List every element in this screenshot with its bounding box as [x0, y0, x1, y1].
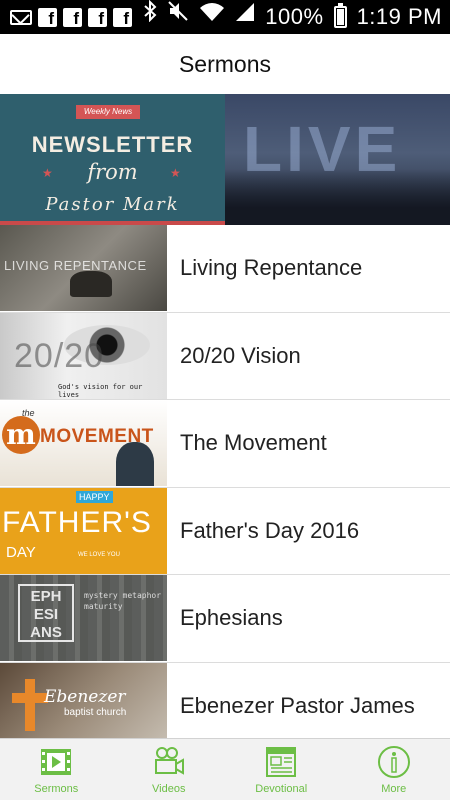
- thumbnail-love: WE LOVE YOU: [78, 551, 120, 558]
- sermon-title: 20/20 Vision: [180, 342, 301, 368]
- document-icon: [266, 747, 297, 777]
- thumbnail-letter: m: [2, 416, 40, 455]
- tab-label: Sermons: [34, 783, 79, 795]
- facebook-icon: f: [113, 7, 132, 28]
- bottom-tab-bar: Sermons Videos Devotional More: [0, 738, 450, 800]
- thumbnail-subcaption: God's vision for our lives: [58, 382, 143, 399]
- app-header: Sermons: [0, 34, 450, 94]
- thumbnail-caption: Ebenezer: [44, 686, 126, 707]
- tab-sermons[interactable]: Sermons: [0, 739, 113, 800]
- sermon-list: LIVING REPENTANCE Living Repentance 20/2…: [0, 225, 450, 750]
- page-title: Sermons: [178, 50, 272, 77]
- sermon-title: The Movement: [180, 430, 327, 456]
- kneeling-figure: [70, 271, 112, 298]
- thumbnail-small: the: [22, 408, 35, 419]
- newsletter-banner[interactable]: Weekly News NEWSLETTER ★ from ★ Pastor M…: [0, 94, 225, 225]
- cross-icon: [12, 678, 48, 731]
- star-icon: ★: [170, 166, 181, 180]
- video-camera-icon: [154, 747, 184, 775]
- battery-percent: 100%: [265, 4, 324, 29]
- thumbnail-subcaption: mystery metaphor maturity: [84, 591, 162, 612]
- bluetooth-icon: [143, 0, 157, 34]
- thumbnail-day: DAY: [6, 543, 36, 561]
- live-banner[interactable]: LIVE: [225, 94, 450, 225]
- mute-icon: [167, 0, 189, 34]
- newsletter-from: from: [87, 160, 138, 184]
- sermon-title: Father's Day 2016: [180, 517, 360, 543]
- mail-icon: [10, 9, 32, 25]
- facebook-icon: f: [88, 7, 107, 28]
- list-item[interactable]: 20/20 God's vision for our lives 20/20 V…: [0, 312, 450, 400]
- sermon-title: Ebenezer Pastor James: [180, 692, 415, 718]
- facebook-icon: f: [38, 7, 57, 28]
- film-icon: [41, 749, 72, 775]
- list-item[interactable]: EPH ESI ANS mystery metaphor maturity Ep…: [0, 575, 450, 663]
- wifi-icon: [199, 0, 225, 34]
- signal-icon: [235, 0, 255, 34]
- system-icons: 100% 1:19 PM: [143, 0, 442, 34]
- tab-videos[interactable]: Videos: [113, 739, 226, 800]
- crowd-silhouette: [225, 169, 450, 225]
- notification-icons: f f f f: [0, 7, 132, 28]
- thumbnail-caption: LIVING REPENTANCE: [4, 258, 147, 274]
- tab-label: Videos: [152, 783, 186, 795]
- newsletter-tag: Weekly News: [76, 105, 140, 119]
- list-item[interactable]: LIVING REPENTANCE Living Repentance: [0, 225, 450, 313]
- sermon-thumbnail: LIVING REPENTANCE: [0, 225, 167, 312]
- tab-devotional[interactable]: Devotional: [225, 739, 338, 800]
- tab-more[interactable]: More: [338, 739, 450, 800]
- sermon-thumbnail: Ebenezer baptist church: [0, 662, 167, 749]
- facebook-icon: f: [63, 7, 82, 28]
- sermon-title: Living Repentance: [180, 255, 363, 281]
- newsletter-author: Pastor Mark: [45, 194, 180, 215]
- thumbnail-caption: 20/20: [14, 336, 105, 375]
- newsletter-heading: NEWSLETTER: [31, 132, 194, 157]
- tab-label: Devotional: [255, 783, 308, 795]
- thumbnail-caption: FATHER'S: [2, 505, 152, 539]
- clock: 1:19 PM: [356, 4, 442, 29]
- list-item[interactable]: m the MOVEMENT The Movement: [0, 400, 450, 488]
- list-item[interactable]: Ebenezer baptist church Ebenezer Pastor …: [0, 662, 450, 750]
- man-silhouette: [116, 442, 154, 487]
- sermon-thumbnail: EPH ESI ANS mystery metaphor maturity: [0, 575, 167, 662]
- battery-icon: [333, 3, 347, 28]
- sermon-thumbnail: HAPPY FATHER'S DAY WE LOVE YOU: [0, 487, 167, 574]
- banner: Weekly News NEWSLETTER ★ from ★ Pastor M…: [0, 94, 450, 225]
- status-bar: f f f f 100% 1:19 PM: [0, 0, 450, 34]
- sermon-thumbnail: m the MOVEMENT: [0, 400, 167, 487]
- thumbnail-happy: HAPPY: [76, 490, 113, 503]
- sermon-title: Ephesians: [180, 605, 283, 631]
- tab-label: More: [381, 783, 407, 795]
- list-item[interactable]: HAPPY FATHER'S DAY WE LOVE YOU Father's …: [0, 487, 450, 575]
- thumbnail-caption: EPH ESI ANS: [18, 584, 74, 643]
- info-icon: [377, 746, 410, 778]
- thumbnail-subcaption: baptist church: [64, 706, 127, 718]
- sermon-thumbnail: 20/20 God's vision for our lives: [0, 312, 167, 399]
